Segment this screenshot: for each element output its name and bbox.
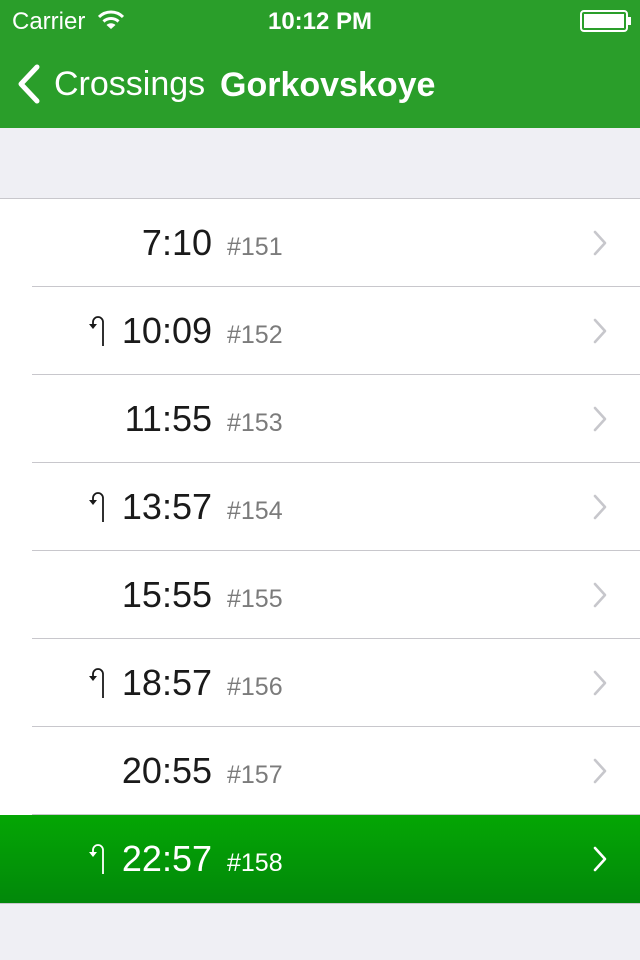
crossing-number: #157 (227, 761, 283, 789)
header: Carrier 10:12 PM Crossings Gorkovskoye (0, 0, 640, 128)
chevron-right-icon (593, 318, 607, 344)
chevron-right-icon (593, 758, 607, 784)
crossing-number: #154 (227, 497, 283, 525)
chevron-right-icon (593, 670, 607, 696)
chevron-right-icon (593, 582, 607, 608)
crossing-number: #155 (227, 585, 283, 613)
crossing-time: 22:57 (121, 838, 212, 879)
navigation-bar: Crossings Gorkovskoye (0, 40, 640, 128)
crossing-row[interactable]: 10:09 #152 (0, 287, 640, 375)
chevron-right-icon (593, 846, 607, 872)
crossing-number: #152 (227, 321, 283, 349)
crossing-row[interactable]: 7:10 #151 (0, 199, 640, 287)
crossing-time: 15:55 (121, 574, 212, 615)
crossing-row[interactable]: 18:57 #156 (0, 639, 640, 727)
crossing-time: 11:55 (124, 398, 212, 439)
back-button[interactable]: Crossings (14, 62, 205, 106)
crossing-row[interactable]: 13:57 #154 (0, 463, 640, 551)
crossing-row[interactable]: 20:55 #157 (0, 727, 640, 815)
crossing-time: 10:09 (121, 310, 212, 351)
return-arrow-icon (89, 844, 104, 874)
return-arrow-icon (89, 492, 104, 522)
return-arrow-icon (89, 316, 104, 346)
crossing-row[interactable]: 15:55 #155 (0, 551, 640, 639)
return-arrow-icon (89, 668, 104, 698)
crossing-number: #158 (227, 849, 283, 877)
crossings-list: 7:10 #151 10:09 #152 11:55 #153 13:57 #1… (0, 198, 640, 904)
page-title: Gorkovskoye (220, 66, 436, 104)
status-bar: Carrier 10:12 PM (0, 0, 640, 40)
status-time: 10:12 PM (267, 8, 373, 35)
chevron-left-icon (18, 64, 40, 104)
crossing-time: 13:57 (121, 486, 212, 527)
crossing-time: 18:57 (121, 662, 212, 703)
crossing-row[interactable]: 22:57 #158 (0, 815, 640, 903)
crossing-time: 7:10 (141, 222, 212, 263)
crossing-row[interactable]: 11:55 #153 (0, 375, 640, 463)
back-button-label: Crossings (54, 64, 206, 103)
chevron-right-icon (593, 230, 607, 256)
crossing-time: 20:55 (121, 750, 212, 791)
crossing-number: #153 (227, 409, 283, 437)
battery-icon (580, 10, 631, 32)
chevron-right-icon (593, 406, 607, 432)
crossing-number: #156 (227, 673, 283, 701)
crossing-number: #151 (227, 233, 283, 261)
chevron-right-icon (593, 494, 607, 520)
